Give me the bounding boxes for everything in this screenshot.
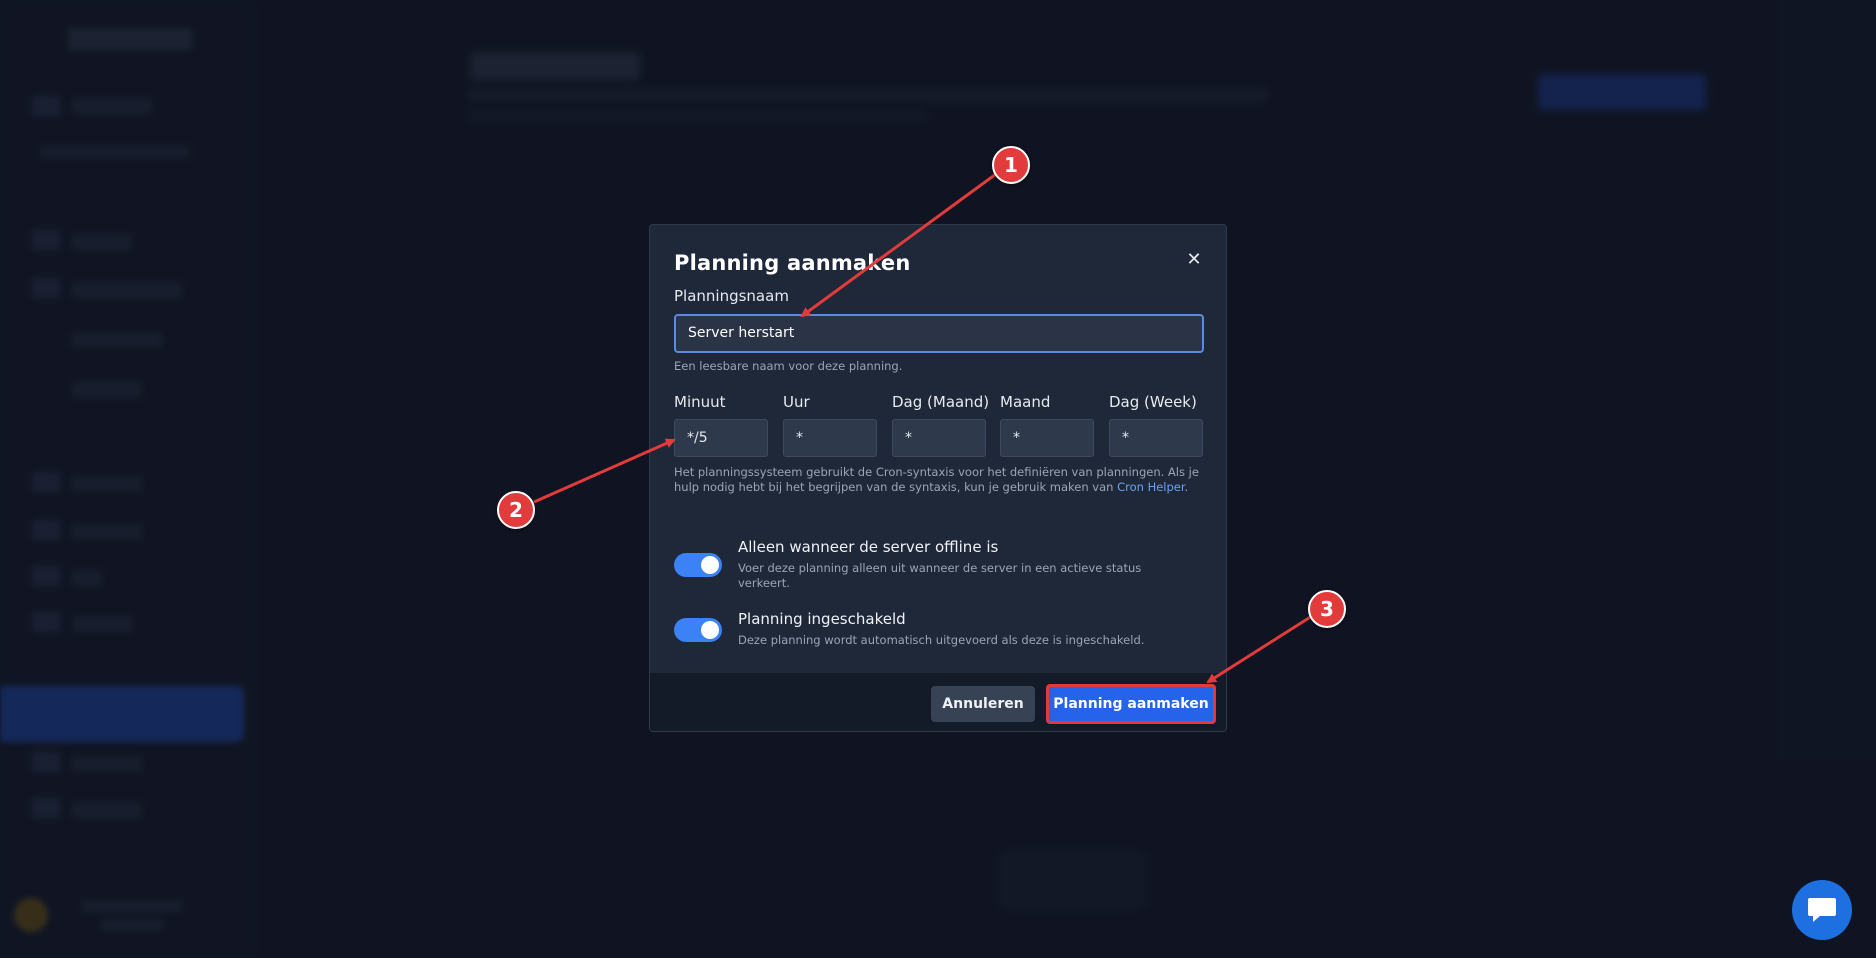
arrow-2 xyxy=(533,438,676,504)
app: Planning aanmaken ✕ Planningsnaam Server… xyxy=(0,0,1876,958)
arrow-1 xyxy=(800,172,997,318)
annotation-badge-3: 3 xyxy=(1308,590,1346,628)
chat-icon xyxy=(1808,898,1836,922)
annotation-badge-1: 1 xyxy=(992,146,1030,184)
annotation-arrows xyxy=(533,172,1313,684)
arrow-3 xyxy=(1206,614,1313,684)
annotation-badge-2: 2 xyxy=(497,491,535,529)
chat-button[interactable] xyxy=(1792,880,1852,940)
